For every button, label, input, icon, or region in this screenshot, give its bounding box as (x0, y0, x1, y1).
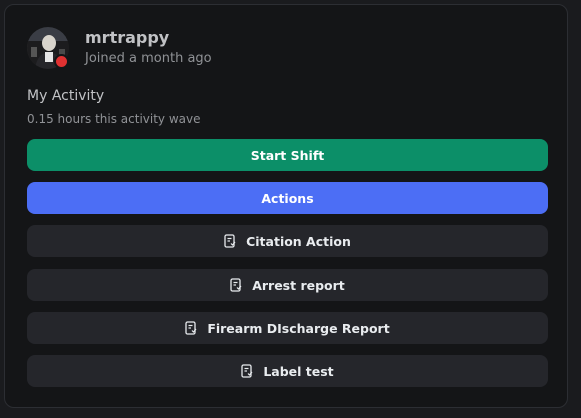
report-icon (224, 234, 236, 248)
actions-button[interactable]: Actions (27, 182, 548, 214)
start-shift-label: Start Shift (250, 147, 325, 163)
status-indicator (54, 54, 69, 69)
start-shift-button[interactable]: Start Shift (27, 139, 548, 171)
arrest-report-button[interactable]: Arrest report (27, 269, 548, 301)
profile-text: mrtrappy Joined a month ago (85, 28, 212, 68)
profile-header: mrtrappy Joined a month ago (27, 27, 212, 69)
report-icon (241, 364, 253, 378)
actions-label: Actions (261, 190, 314, 206)
firearm-discharge-report-label: Firearm DIscharge Report (207, 320, 390, 336)
activity-summary: 0.15 hours this activity wave (27, 112, 201, 126)
label-test-label: Label test (263, 363, 334, 379)
label-test-button[interactable]: Label test (27, 355, 548, 387)
report-icon (185, 321, 197, 335)
joined-date: Joined a month ago (85, 51, 212, 66)
avatar-container (27, 27, 69, 69)
report-icon (230, 278, 242, 292)
citation-action-label: Citation Action (246, 233, 351, 249)
firearm-discharge-report-button[interactable]: Firearm DIscharge Report (27, 312, 548, 344)
citation-action-button[interactable]: Citation Action (27, 225, 548, 257)
username: mrtrappy (85, 28, 170, 47)
activity-card: mrtrappy Joined a month ago My Activity … (4, 4, 568, 408)
arrest-report-label: Arrest report (252, 277, 345, 293)
activity-title: My Activity (27, 88, 105, 104)
